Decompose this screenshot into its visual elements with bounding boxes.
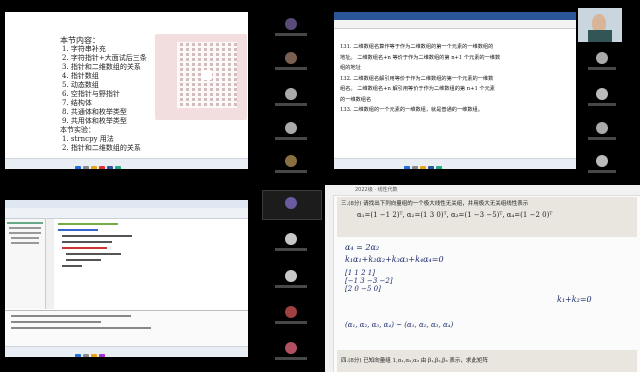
- participant-avatar[interactable]: [596, 88, 608, 100]
- taskbar: [334, 158, 576, 169]
- participant-avatar[interactable]: [596, 122, 608, 134]
- participant-name: [275, 137, 307, 140]
- doc-line: 131. 二维数组名算作等于作为二维数组的第一个元素的一维数组的: [340, 44, 494, 50]
- problem-text: 四.(8分) 已知向量组 1,α₁,α₂,α₃ 由 β₁,β₂,β₃ 表示，求此…: [341, 358, 488, 364]
- exp-heading: 本节实验：: [60, 126, 95, 134]
- search-icon[interactable]: [412, 166, 418, 169]
- participant-avatar[interactable]: [285, 342, 297, 354]
- participant-avatar[interactable]: [285, 52, 297, 64]
- problem-text: 三.(8分) 请找出下列向量组的一个极大线性无关组，并用极大无关组线性表示: [341, 201, 529, 207]
- list-item: 9. 共用体和枚举类型: [62, 117, 127, 125]
- list-item: 7. 结构体: [62, 99, 92, 107]
- ide-toolbar: [5, 208, 248, 219]
- notes-left-toolbar: [325, 195, 334, 372]
- participant-name: [275, 321, 307, 324]
- search-icon[interactable]: [83, 354, 89, 357]
- list-item: 4. 指针数组: [62, 72, 99, 80]
- handwritten-bottom: (α₁, α₂, α₃, α₄) ~ (α₁, α₂, α₃, α₄): [345, 321, 454, 329]
- participant-avatar[interactable]: [285, 233, 297, 245]
- document-body: 131. 二维数组名算作等于作为二维数组的第一个元素的一维数组的 地址。 二维数…: [340, 42, 572, 116]
- start-icon[interactable]: [75, 354, 81, 357]
- doc-line: 组名。 二维数组名+n 解引用等价于作为二维数组的第 n+1 个元素: [340, 86, 495, 92]
- start-icon[interactable]: [75, 166, 81, 169]
- list-item: 1. 字符串补充: [62, 45, 106, 53]
- participant-avatar[interactable]: [285, 122, 297, 134]
- qr-center-logo: [202, 70, 212, 80]
- participant-name: [588, 170, 616, 173]
- handwritten-eq2: k₁α₁+k₂α₂+k₃α₃+k₄α₄=0: [345, 255, 444, 264]
- participant-avatar[interactable]: [285, 155, 297, 167]
- active-participant-tile[interactable]: [262, 190, 322, 220]
- ribbon-toolbar: [334, 20, 576, 29]
- list-item: 8. 共通体和枚举类型: [62, 108, 127, 116]
- notes-title: 2022级 · 线性代数: [355, 187, 398, 193]
- screen-share-top-left: 本节内容： 1. 字符串补充 2. 字符指针+大面试后三条 3. 指针和二维数组…: [5, 12, 248, 169]
- folder-icon[interactable]: [91, 354, 97, 357]
- list-item: 6. 空指针与野指针: [62, 90, 120, 98]
- app-icon[interactable]: [99, 166, 105, 169]
- start-icon[interactable]: [404, 166, 410, 169]
- camera-tile[interactable]: [578, 8, 622, 42]
- taskbar: [5, 346, 248, 357]
- problem-scan-top: 三.(8分) 请找出下列向量组的一个极大线性无关组，并用极大无关组线性表示 α₁…: [337, 197, 637, 237]
- list-item: 1. strncpy 用法: [62, 135, 114, 143]
- word-icon[interactable]: [107, 166, 113, 169]
- taskbar: [5, 158, 248, 169]
- list-item: 5. 动态数组: [62, 81, 99, 89]
- doc-line: 132. 二维数组名解引用等价于作为二维数组的第一个元素的一维数: [340, 75, 494, 82]
- doc-line: 地址。 二维数组名+n 等价于作为二维数组的第 n+1 个元素的一维数: [340, 54, 501, 61]
- wechat-icon[interactable]: [115, 166, 121, 169]
- participant-name: [275, 248, 307, 251]
- participant-avatar[interactable]: [285, 306, 297, 318]
- participant-avatar[interactable]: [285, 18, 297, 30]
- screen-share-bottom-left: [5, 200, 248, 357]
- search-icon[interactable]: [83, 166, 89, 169]
- participant-name: [275, 103, 307, 106]
- problem-scan-bottom: 四.(8分) 已知向量组 1,α₁,α₂,α₃ 由 β₁,β₂,β₃ 表示，求此…: [337, 350, 637, 372]
- participant-name: [588, 103, 616, 106]
- folder-icon[interactable]: [420, 166, 426, 169]
- ide-titlebar: [5, 200, 248, 208]
- vector-row: α₁=(1 −1 2)ᵀ, α₂=(1 3 0)ᵀ, α₃=(1 −3 −5)ᵀ…: [357, 211, 553, 219]
- doc-line: 133. 二维数组的一个元素的一维数组，就是普通的一维数组。: [340, 107, 483, 113]
- slide-content: 本节内容： 1. 字符串补充 2. 字符指针+大面试后三条 3. 指针和二维数组…: [5, 30, 248, 158]
- participant-name: [275, 285, 307, 288]
- participant-avatar[interactable]: [285, 270, 297, 282]
- participant-avatar[interactable]: [596, 155, 608, 167]
- window-titlebar: [334, 12, 576, 20]
- handwritten-eq1: α₄ = 2α₂: [345, 243, 380, 252]
- screen-share-top-right: 131. 二维数组名算作等于作为二维数组的第一个元素的一维数组的 地址。 二维数…: [334, 12, 576, 169]
- participant-name: [275, 67, 307, 70]
- notes-toolbar: 2022级 · 线性代数: [325, 185, 640, 196]
- ide-icon[interactable]: [99, 354, 105, 357]
- folder-icon[interactable]: [91, 166, 97, 169]
- build-output-panel: [5, 310, 248, 347]
- content-list: 1. 字符串补充 2. 字符指针+大面试后三条 3. 指针和二维数组的关系 4.…: [60, 45, 147, 153]
- handwritten-tail: k₁+k₂=0: [557, 295, 592, 304]
- qr-card: [155, 34, 247, 120]
- participant-name: [588, 67, 616, 70]
- doc-line: 组的地址: [340, 65, 361, 71]
- handwritten-matrix: [1 1 2 1] [−1 3 −3 −2] [2 0 −5 0]: [345, 269, 393, 293]
- code-editor[interactable]: [46, 219, 248, 309]
- participant-name: [588, 137, 616, 140]
- participant-name: [275, 170, 307, 173]
- doc-line: 的一维数组名: [340, 96, 372, 103]
- participant-avatar[interactable]: [596, 52, 608, 64]
- project-tree: [5, 219, 46, 309]
- participant-avatar[interactable]: [285, 88, 297, 100]
- participant-name: [275, 33, 307, 36]
- list-item: 2. 字符指针+大面试后三条: [62, 54, 147, 62]
- list-item: 2. 指针和二维数组的关系: [62, 144, 141, 152]
- list-item: 3. 指针和二维数组的关系: [62, 63, 141, 71]
- participant-name: [275, 357, 307, 360]
- word-icon[interactable]: [428, 166, 434, 169]
- screen-share-bottom-right: 2022级 · 线性代数 三.(8分) 请找出下列向量组的一个极大线性无关组，并…: [325, 185, 640, 372]
- wechat-icon[interactable]: [436, 166, 442, 169]
